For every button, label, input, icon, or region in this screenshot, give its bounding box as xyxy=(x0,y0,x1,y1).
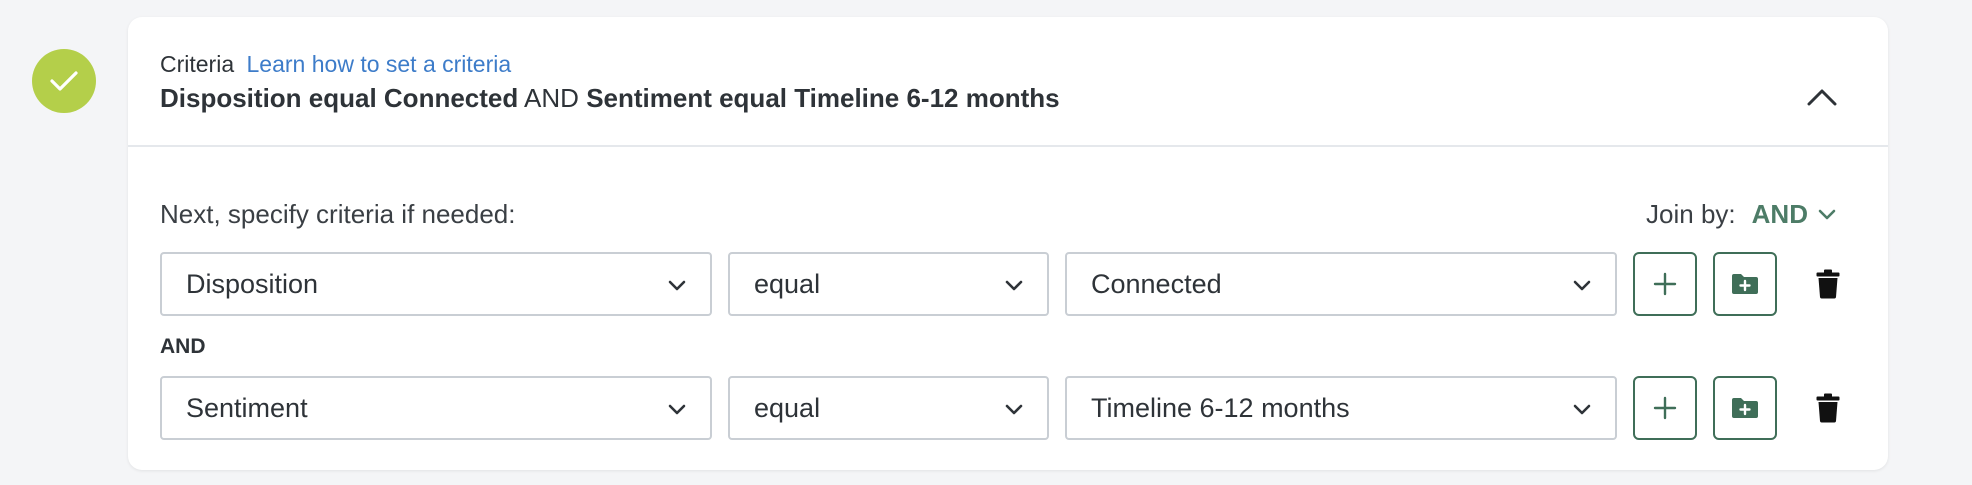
check-icon xyxy=(50,71,78,91)
summary-part-1: Disposition equal Connected xyxy=(160,83,519,113)
chevron-down-icon xyxy=(1005,404,1023,415)
chevron-down-icon xyxy=(1818,209,1836,219)
join-by-label: Join by: xyxy=(1646,199,1736,229)
value-select[interactable]: Timeline 6-12 months xyxy=(1065,376,1617,440)
criteria-row: Sentiment equal Timeline 6-12 months xyxy=(160,376,1860,440)
plus-icon xyxy=(1653,272,1677,296)
and-separator: AND xyxy=(160,335,206,358)
add-criteria-button[interactable] xyxy=(1633,376,1697,440)
join-by-value[interactable]: AND xyxy=(1752,199,1808,230)
folder-plus-icon xyxy=(1732,398,1758,418)
summary-part-2: Sentiment equal Timeline 6-12 months xyxy=(586,83,1060,113)
join-by-dropdown[interactable]: Join by: AND xyxy=(1646,199,1836,230)
chevron-down-icon xyxy=(668,280,686,291)
criteria-label: Criteria xyxy=(160,51,235,77)
trash-icon xyxy=(1816,393,1840,423)
chevron-down-icon xyxy=(668,404,686,415)
collapse-button[interactable] xyxy=(1804,79,1840,115)
criteria-title-line: Criteria Learn how to set a criteria xyxy=(160,51,511,78)
value-select-value: Connected xyxy=(1091,268,1222,299)
criteria-row: Disposition equal Connected xyxy=(160,252,1860,316)
delete-criteria-button[interactable] xyxy=(1810,390,1846,426)
criteria-card: Criteria Learn how to set a criteria Dis… xyxy=(128,17,1888,470)
chevron-up-icon xyxy=(1807,89,1837,106)
add-group-button[interactable] xyxy=(1713,376,1777,440)
field-select-value: Disposition xyxy=(186,268,319,299)
operator-select-value: equal xyxy=(754,392,821,423)
add-group-button[interactable] xyxy=(1713,252,1777,316)
card-header: Criteria Learn how to set a criteria Dis… xyxy=(128,17,1888,147)
folder-plus-icon xyxy=(1732,274,1758,294)
summary-joiner: AND xyxy=(524,83,579,113)
learn-criteria-link[interactable]: Learn how to set a criteria xyxy=(247,51,512,77)
value-select-value: Timeline 6-12 months xyxy=(1091,392,1350,423)
operator-select-value: equal xyxy=(754,268,821,299)
operator-select[interactable]: equal xyxy=(728,252,1049,316)
chevron-down-icon xyxy=(1005,280,1023,291)
delete-criteria-button[interactable] xyxy=(1810,266,1846,302)
chevron-down-icon xyxy=(1573,404,1591,415)
field-select-value: Sentiment xyxy=(186,392,308,423)
add-criteria-button[interactable] xyxy=(1633,252,1697,316)
criteria-summary: Disposition equal Connected AND Sentimen… xyxy=(160,83,1060,114)
trash-icon xyxy=(1816,269,1840,299)
field-select[interactable]: Sentiment xyxy=(160,376,712,440)
field-select[interactable]: Disposition xyxy=(160,252,712,316)
value-select[interactable]: Connected xyxy=(1065,252,1617,316)
plus-icon xyxy=(1653,396,1677,420)
instruction-text: Next, specify criteria if needed: xyxy=(160,199,516,229)
operator-select[interactable]: equal xyxy=(728,376,1049,440)
status-badge xyxy=(32,49,96,113)
chevron-down-icon xyxy=(1573,280,1591,291)
